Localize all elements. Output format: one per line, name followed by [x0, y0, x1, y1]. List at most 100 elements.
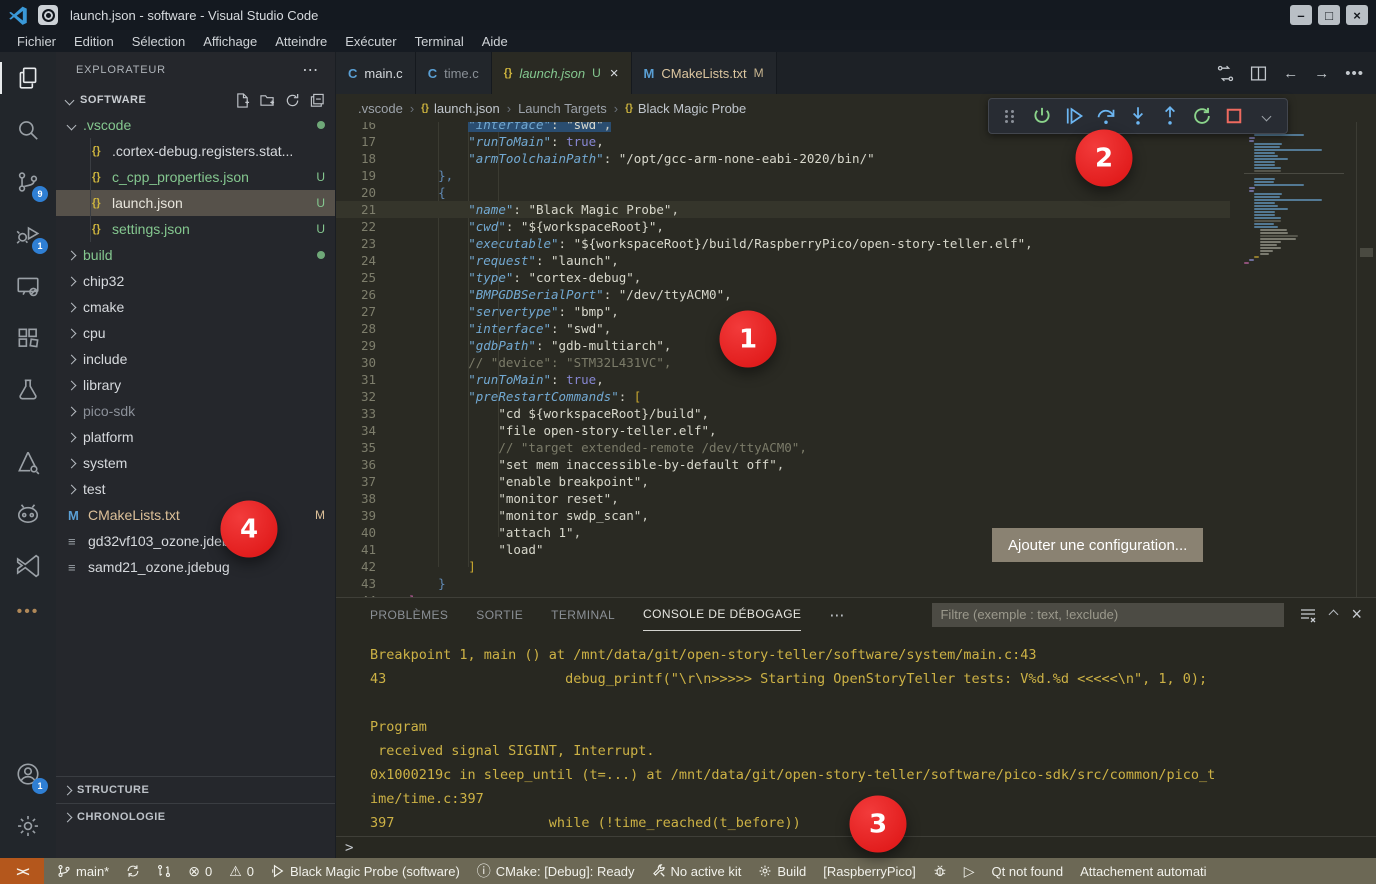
code-line-37[interactable]: 37 "enable breakpoint", [336, 473, 1230, 490]
status-0[interactable]: ⊗0 [188, 864, 212, 879]
new-folder-icon[interactable] [260, 93, 275, 108]
tree-item-cortex-debug-registers-stat[interactable]: {}.cortex-debug.registers.stat... [56, 138, 335, 164]
menu-ex-cuter[interactable]: Exécuter [336, 34, 405, 49]
status-attachement-automati[interactable]: Attachement automati [1080, 864, 1206, 879]
tree-item-launch-json[interactable]: {}launch.jsonU [56, 190, 335, 216]
settings-gear-icon[interactable] [0, 800, 56, 852]
tree-item-gd32vf103-ozone-jdebug[interactable]: ≡gd32vf103_ozone.jdebug [56, 528, 335, 554]
status-sync-icon[interactable] [126, 864, 140, 878]
remote-indicator[interactable]: >< [0, 858, 44, 884]
code-line-24[interactable]: 24 "request": "launch", [336, 252, 1230, 269]
status-bug-icon[interactable] [933, 864, 947, 878]
tree-item-chip32[interactable]: chip32 [56, 268, 335, 294]
visual-studio-icon[interactable] [0, 540, 56, 592]
status-raspberrypico[interactable]: [RaspberryPico] [823, 864, 915, 879]
status-main[interactable]: main* [57, 864, 109, 879]
status-0[interactable]: ⚠0 [229, 864, 254, 879]
code-line-38[interactable]: 38 "monitor reset", [336, 490, 1230, 507]
status-no-active-kit[interactable]: No active kit [652, 864, 742, 879]
status-build[interactable]: Build [758, 864, 806, 879]
code-line-22[interactable]: 22 "cwd": "${workspaceRoot}", [336, 218, 1230, 235]
testing-beaker-icon[interactable] [0, 364, 56, 416]
refresh-icon[interactable] [285, 93, 300, 108]
code-editor[interactable]: 16 "interface": "swd",17 "runToMain": tr… [336, 122, 1376, 597]
section-structure[interactable]: STRUCTURE [56, 776, 335, 803]
run-debug-icon[interactable]: 1 [0, 208, 56, 260]
tab-time-c[interactable]: Ctime.c [416, 52, 492, 94]
step-out-icon[interactable] [1157, 103, 1183, 129]
tree-item-samd21-ozone-jdebug[interactable]: ≡samd21_ozone.jdebug [56, 554, 335, 580]
tree-item-include[interactable]: include [56, 346, 335, 372]
breadcrumb-vscode[interactable]: .vscode [358, 101, 403, 116]
explorer-more-icon[interactable]: ⋯ [302, 60, 319, 80]
continue-icon[interactable] [1061, 103, 1087, 129]
tab-cmakelists-txt[interactable]: MCMakeLists.txtM [632, 52, 777, 94]
code-line-25[interactable]: 25 "type": "cortex-debug", [336, 269, 1230, 286]
source-control-icon[interactable]: 9 [0, 156, 56, 208]
breadcrumb-launch-json[interactable]: {}launch.json [421, 101, 500, 116]
maximize-panel-icon[interactable] [1330, 611, 1337, 618]
tab-launch-json[interactable]: {}launch.jsonU× [492, 52, 632, 94]
panel-tab-terminal[interactable]: TERMINAL [551, 598, 615, 631]
status-play-icon[interactable]: ▷ [964, 864, 975, 878]
minimap[interactable] [1244, 128, 1344, 265]
tree-item-cpu[interactable]: cpu [56, 320, 335, 346]
editor-more-icon[interactable]: ••• [1345, 65, 1364, 82]
nav-back-icon[interactable]: ← [1283, 65, 1298, 82]
panel-tab-console-de-d-bogage[interactable]: CONSOLE DE DÉBOGAGE [643, 598, 801, 631]
tree-item-vscode[interactable]: .vscode [56, 112, 335, 138]
collapse-all-icon[interactable] [310, 93, 325, 108]
cmake-icon[interactable] [0, 436, 56, 488]
remote-explorer-icon[interactable] [0, 260, 56, 312]
tree-item-platform[interactable]: platform [56, 424, 335, 450]
close-tab-icon[interactable]: × [610, 65, 619, 82]
code-line-43[interactable]: 43 } [336, 575, 1230, 592]
code-line-33[interactable]: 33 "cd ${workspaceRoot}/build", [336, 405, 1230, 422]
menu-aide[interactable]: Aide [473, 34, 517, 49]
step-over-icon[interactable] [1093, 103, 1119, 129]
breadcrumb-launch-targets[interactable]: Launch Targets [518, 101, 607, 116]
status-qt-not-found[interactable]: Qt not found [992, 864, 1064, 879]
tree-item-settings-json[interactable]: {}settings.jsonU [56, 216, 335, 242]
breadcrumb-black-magic-probe[interactable]: {}Black Magic Probe [625, 101, 746, 116]
menu-edition[interactable]: Edition [65, 34, 123, 49]
tree-item-library[interactable]: library [56, 372, 335, 398]
search-icon[interactable] [0, 104, 56, 156]
tree-item-system[interactable]: system [56, 450, 335, 476]
new-file-icon[interactable] [235, 93, 250, 108]
code-line-27[interactable]: 27 "servertype": "bmp", [336, 303, 1230, 320]
open-changes-icon[interactable] [1217, 65, 1234, 82]
code-line-34[interactable]: 34 "file open-story-teller.elf", [336, 422, 1230, 439]
accounts-icon[interactable]: 1 [0, 748, 56, 800]
editor-scrollbar[interactable] [1356, 122, 1376, 597]
menu-s-lection[interactable]: Sélection [123, 34, 194, 49]
tree-item-build[interactable]: build [56, 242, 335, 268]
platformio-icon[interactable] [0, 488, 56, 540]
nav-forward-icon[interactable]: → [1314, 65, 1329, 82]
tree-item-cmake[interactable]: cmake [56, 294, 335, 320]
maximize-button[interactable]: □ [1318, 5, 1340, 25]
power-icon[interactable] [1029, 103, 1055, 129]
menu-affichage[interactable]: Affichage [194, 34, 266, 49]
status-cmake-debug-ready[interactable]: ⓘCMake: [Debug]: Ready [477, 864, 635, 879]
close-button[interactable]: × [1346, 5, 1368, 25]
code-line-30[interactable]: 30 // "device": "STM32L431VC", [336, 354, 1230, 371]
restart-icon[interactable] [1189, 103, 1215, 129]
tree-item-pico-sdk[interactable]: pico-sdk [56, 398, 335, 424]
minimize-button[interactable]: – [1290, 5, 1312, 25]
menu-terminal[interactable]: Terminal [406, 34, 473, 49]
tree-item-test[interactable]: test [56, 476, 335, 502]
extensions-icon[interactable] [0, 312, 56, 364]
toolbar-drag-handle[interactable] [997, 103, 1023, 129]
code-line-20[interactable]: 20 { [336, 184, 1230, 201]
console-filter-input[interactable] [932, 603, 1284, 627]
panel-tab-sortie[interactable]: SORTIE [476, 598, 523, 631]
status-branch-compare-icon[interactable] [157, 864, 171, 878]
workspace-section-header[interactable]: SOFTWARE [56, 88, 335, 112]
code-line-26[interactable]: 26 "BMPGDBSerialPort": "/dev/ttyACM0", [336, 286, 1230, 303]
more-extensions-icon[interactable]: ••• [17, 592, 40, 632]
code-line-31[interactable]: 31 "runToMain": true, [336, 371, 1230, 388]
step-into-icon[interactable] [1125, 103, 1151, 129]
tab-main-c[interactable]: Cmain.c [336, 52, 416, 94]
code-line-29[interactable]: 29 "gdbPath": "gdb-multiarch", [336, 337, 1230, 354]
